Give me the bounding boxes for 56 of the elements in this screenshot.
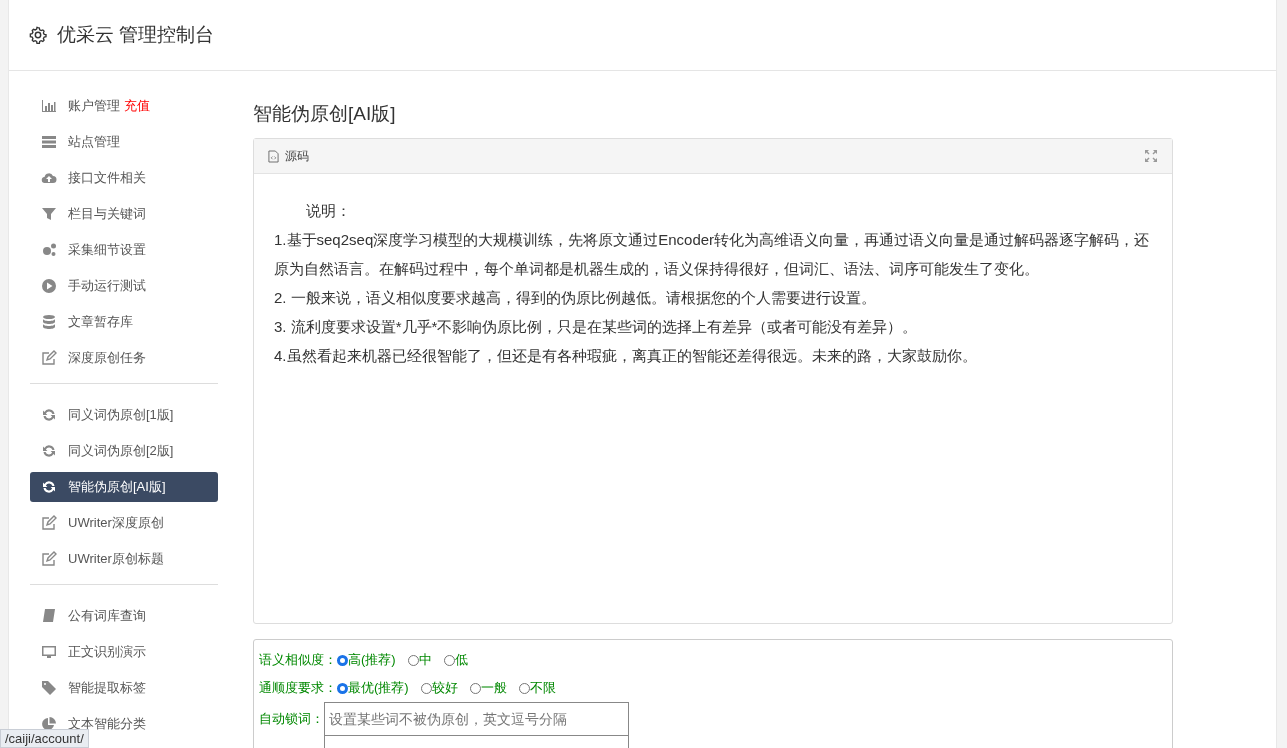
sidebar-item[interactable]: 栏目与关键词 [30, 199, 218, 229]
pie-chart-icon [40, 716, 58, 732]
option-label: 自动锁词： [259, 710, 324, 728]
editor-text: 3. 流利度要求设置*几乎*不影响伪原比例，只是在某些词的选择上有差异（或者可能没有差异）。 [274, 317, 919, 337]
sidebar-item[interactable]: 文章暂存库 [30, 307, 218, 337]
editor-text: 4.虽然看起来机器已经很智能了，但还是有各种瑕疵，离真正的智能还差得很远。未来的路，大家鼓励你。 [274, 346, 978, 366]
sidebar-item[interactable]: 手动运行测试 [30, 271, 218, 301]
editor-text: 说明： [305, 201, 352, 221]
server-icon [40, 134, 58, 150]
source-button[interactable]: 源码 [268, 147, 309, 165]
editor-text: 1.基于seq2seq深度学习模型的大规模训练，先将原文通过Encoder转化为高维语义向量，再通过语义向量是通过解码器逐字解码，还原为自然语言。在解码过程中，每个单词都是机器生成的，语义保持得很好，但词汇、语法、词序可能发生了变化。 [274, 230, 1151, 279]
play-icon [40, 278, 58, 294]
refresh-icon [40, 443, 58, 459]
text-editor[interactable] [253, 138, 1173, 624]
radio-option[interactable]: 较好 [420, 679, 458, 697]
cloud-upload-icon [40, 170, 58, 186]
fullscreen-icon[interactable] [1144, 149, 1158, 163]
radio-option[interactable]: 中 [407, 651, 432, 669]
page-title: 智能伪原创[AI版] [253, 102, 397, 126]
status-url: /caiji/account/ [0, 729, 89, 748]
sidebar-item[interactable]: 同义词伪原创[1版] [30, 400, 218, 430]
sidebar-item[interactable]: 智能伪原创[AI版] [30, 472, 218, 502]
radio-option[interactable]: 高(推荐) [337, 651, 396, 669]
sidebar-item[interactable]: 公有词库查询 [30, 601, 218, 631]
radio-option[interactable]: 最优(推荐) [337, 679, 409, 697]
sidebar-item[interactable]: 站点管理 [30, 127, 218, 157]
sidebar-item[interactable]: 同义词伪原创[2版] [30, 436, 218, 466]
monitor-icon [40, 644, 58, 660]
bar-chart-icon [40, 98, 58, 114]
edit-icon [40, 551, 58, 567]
editor-text: 2. 一般来说，语义相似度要求越高，得到的伪原比例越低。请根据您的个人需要进行设置。 [274, 288, 877, 308]
refresh-icon [40, 407, 58, 423]
lock-words-field[interactable]: 设置某些词不被伪原创，英文逗号分隔 [324, 702, 629, 736]
radio-option[interactable]: 不限 [518, 679, 556, 697]
edit-icon [40, 350, 58, 366]
radio-option[interactable]: 低 [443, 651, 468, 669]
tag-icon [40, 680, 58, 696]
option-label: 通顺度要求： [259, 679, 337, 697]
filter-icon [40, 206, 58, 222]
database-icon [40, 314, 58, 330]
recharge-link[interactable]: 充值 [124, 97, 150, 115]
sidebar-item[interactable]: UWriter深度原创 [30, 508, 218, 538]
sidebar-item[interactable]: 智能提取标签 [30, 673, 218, 703]
refresh-icon [40, 479, 58, 495]
code-file-icon [268, 149, 279, 163]
edit-icon [40, 515, 58, 531]
app-title: 优采云 管理控制台 [57, 23, 215, 47]
settings-icon [29, 26, 47, 44]
sidebar-item[interactable]: 深度原创任务 [30, 343, 218, 373]
sidebar-item[interactable]: 账户管理 充值 [30, 91, 218, 121]
sidebar-item[interactable]: 采集细节设置 [30, 235, 218, 265]
radio-option[interactable]: 一般 [469, 679, 507, 697]
option-label: 语义相似度： [259, 651, 337, 669]
sidebar-item[interactable]: UWriter原创标题 [30, 544, 218, 574]
sidebar-item[interactable]: 接口文件相关 [30, 163, 218, 193]
sidebar-item[interactable]: 正文识别演示 [30, 637, 218, 667]
